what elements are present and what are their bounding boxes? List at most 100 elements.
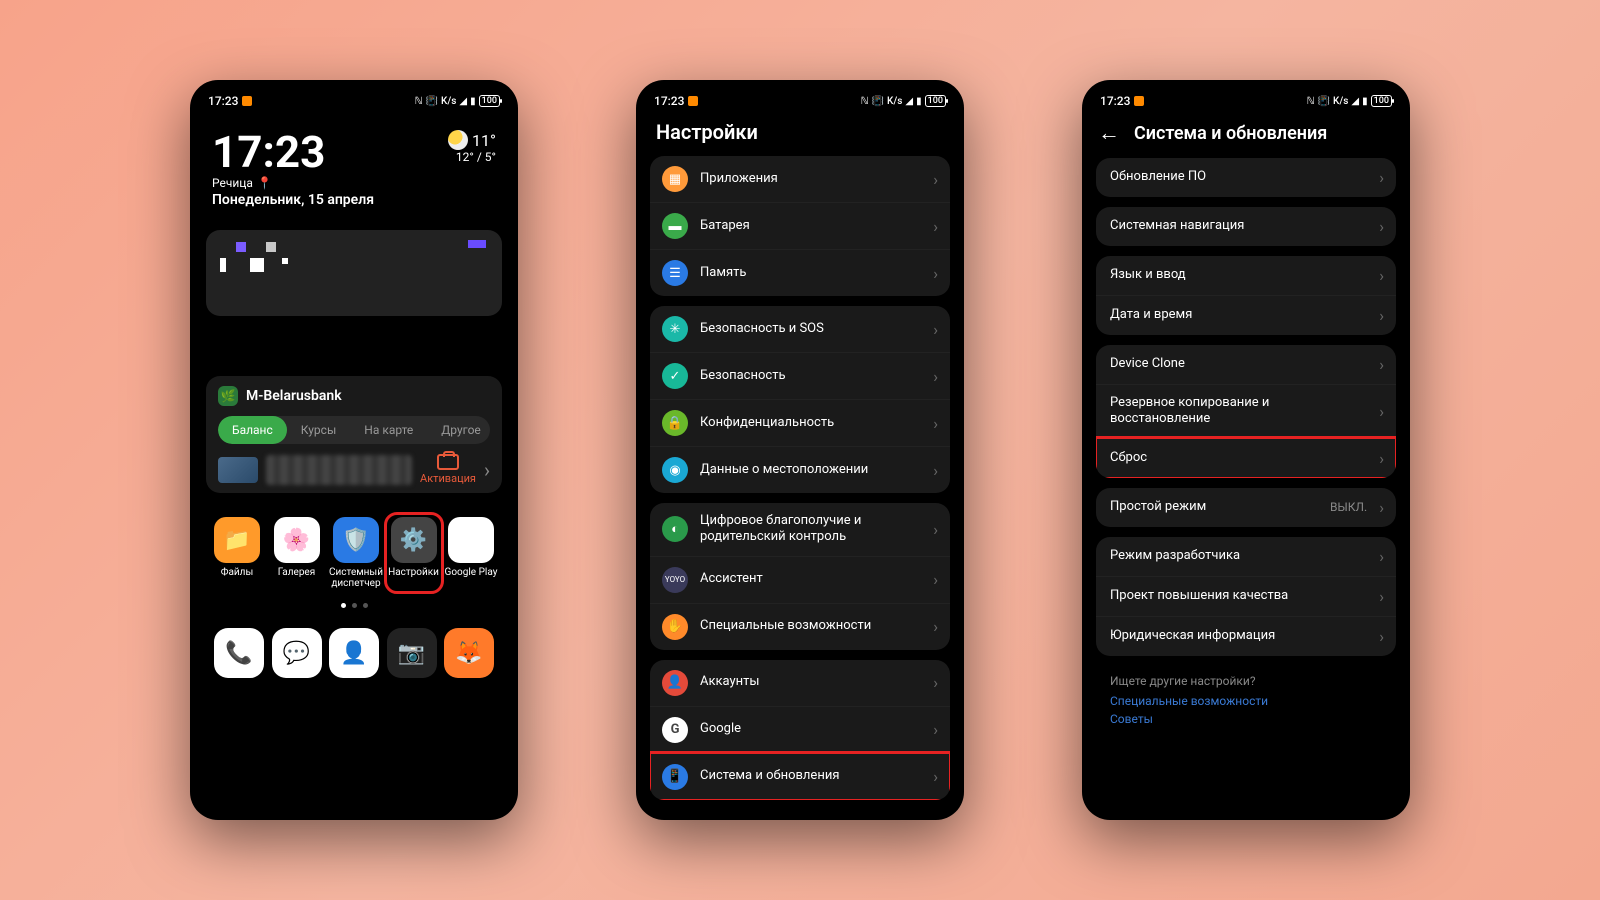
vibrate-icon: 📳	[872, 96, 884, 107]
bank-tab-map[interactable]: На карте	[350, 416, 427, 444]
row-simple-mode[interactable]: Простой режимВЫКЛ.›	[1096, 488, 1396, 527]
battery-icon: 100	[1371, 95, 1392, 107]
dock-contacts[interactable]: 👤	[329, 628, 379, 678]
status-bar: 17:23 ℕ📳K/s◢▮100	[1090, 92, 1402, 114]
data-rate: K/s	[1333, 96, 1348, 107]
app-files[interactable]: 📁Файлы	[210, 517, 264, 589]
weather-widget[interactable]: 11° 12° / 5°	[448, 130, 496, 208]
bank-blurred-balance	[266, 455, 412, 485]
status-bar: 17:23 ℕ📳K/s◢▮100	[644, 92, 956, 114]
wellbeing-icon: ◐	[662, 516, 688, 542]
row-reset[interactable]: Сброс›	[1096, 438, 1396, 478]
settings-row-battery[interactable]: ▬Батарея›	[650, 202, 950, 249]
status-time: 17:23	[208, 94, 238, 108]
settings-row-storage[interactable]: ☰Память›	[650, 249, 950, 296]
page-indicator	[206, 603, 502, 608]
battery-icon: 100	[479, 95, 500, 107]
row-language-input[interactable]: Язык и ввод›	[1096, 256, 1396, 295]
chevron-right-icon[interactable]: ›	[484, 458, 490, 482]
bank-widget[interactable]: 🌿M-Belarusbank Баланс Курсы На карте Дру…	[206, 376, 502, 493]
apps-grid-icon: ▦	[662, 166, 688, 192]
settings-row-google[interactable]: GGoogle›	[650, 706, 950, 753]
settings-row-assistant[interactable]: YOYOАссистент›	[650, 556, 950, 603]
hand-icon: ✋	[662, 614, 688, 640]
wifi-icon: ◢	[905, 96, 913, 107]
phone-update-icon: 📱	[662, 764, 688, 790]
row-legal-info[interactable]: Юридическая информация›	[1096, 616, 1396, 656]
chevron-right-icon: ›	[1379, 587, 1384, 606]
chevron-right-icon: ›	[1379, 498, 1384, 517]
chevron-right-icon: ›	[933, 264, 938, 283]
status-bar: 17:23 ℕ 📳 K/s ◢ ▮ 100	[198, 92, 510, 114]
footer-link-tips[interactable]: Советы	[1110, 712, 1382, 726]
vibrate-icon: 📳	[1318, 96, 1330, 107]
settings-row-location[interactable]: ◉Данные о местоположении›	[650, 446, 950, 493]
chevron-right-icon: ›	[1379, 627, 1384, 646]
row-date-time[interactable]: Дата и время›	[1096, 295, 1396, 335]
settings-row-privacy[interactable]: 🔒Конфиденциальность›	[650, 399, 950, 446]
footer-link-accessibility[interactable]: Специальные возможности	[1110, 694, 1382, 708]
chevron-right-icon: ›	[933, 461, 938, 480]
row-device-clone[interactable]: Device Clone›	[1096, 345, 1396, 384]
chevron-right-icon: ›	[1379, 355, 1384, 374]
dock: 📞 💬 👤 📷 🦊	[206, 628, 502, 678]
nfc-icon: ℕ	[861, 96, 869, 107]
chevron-right-icon: ›	[1379, 266, 1384, 285]
clock-widget-time[interactable]: 17:23	[212, 130, 374, 174]
music-widget[interactable]	[206, 230, 502, 316]
back-arrow-icon[interactable]: ←	[1098, 120, 1120, 146]
settings-row-digital-wellbeing[interactable]: ◐Цифровое благополучие и родительский ко…	[650, 503, 950, 556]
simple-mode-value: ВЫКЛ.	[1330, 500, 1367, 514]
status-time: 17:23	[1100, 94, 1130, 108]
signal-icon: ▮	[1362, 96, 1368, 107]
settings-row-security-sos[interactable]: ✳Безопасность и SOS›	[650, 306, 950, 352]
dock-camera[interactable]: 📷	[387, 628, 437, 678]
dock-firefox[interactable]: 🦊	[444, 628, 494, 678]
chevron-right-icon: ›	[933, 520, 938, 539]
bank-tab-rates[interactable]: Курсы	[287, 416, 351, 444]
row-system-navigation[interactable]: Системная навигация›	[1096, 207, 1396, 246]
weather-range: 12° / 5°	[448, 150, 496, 164]
bank-card-thumbnail	[218, 457, 258, 483]
chevron-right-icon: ›	[933, 617, 938, 636]
wifi-icon: ◢	[459, 96, 467, 107]
chevron-right-icon: ›	[1379, 449, 1384, 468]
settings-row-apps[interactable]: ▦Приложения›	[650, 156, 950, 202]
battery-icon: ▬	[662, 213, 688, 239]
settings-row-security[interactable]: ✓Безопасность›	[650, 352, 950, 399]
settings-row-system-updates[interactable]: 📱Система и обновления›	[650, 753, 950, 800]
chevron-right-icon: ›	[933, 217, 938, 236]
settings-row-accessibility[interactable]: ✋Специальные возможности›	[650, 603, 950, 650]
chevron-right-icon: ›	[933, 673, 938, 692]
clock-widget-date: Понедельник, 15 апреля	[212, 192, 374, 208]
bank-tab-other[interactable]: Другое	[427, 416, 490, 444]
app-gallery[interactable]: 🌸Галерея	[270, 517, 324, 589]
row-backup-restore[interactable]: Резервное копирование и восстановление›	[1096, 384, 1396, 438]
settings-row-accounts[interactable]: 👤Аккаунты›	[650, 660, 950, 706]
chevron-right-icon: ›	[933, 570, 938, 589]
battery-icon: 100	[925, 95, 946, 107]
app-settings[interactable]: ⚙️Настройки	[387, 515, 441, 591]
phone-settings: 17:23 ℕ📳K/s◢▮100 Настройки ▦Приложения› …	[636, 80, 964, 820]
app-google-play[interactable]: ▶Google Play	[444, 517, 498, 589]
dock-phone[interactable]: 📞	[214, 628, 264, 678]
bank-tabs: Баланс Курсы На карте Другое	[218, 416, 490, 444]
chevron-right-icon: ›	[933, 414, 938, 433]
vibrate-icon: 📳	[426, 96, 438, 107]
bank-activation-button[interactable]: Активация	[420, 454, 476, 485]
sos-icon: ✳	[662, 316, 688, 342]
bank-tab-balance[interactable]: Баланс	[218, 416, 287, 444]
person-icon: 👤	[662, 670, 688, 696]
lock-icon: 🔒	[662, 410, 688, 436]
chevron-right-icon: ›	[1379, 547, 1384, 566]
recording-indicator-icon	[688, 96, 698, 106]
app-system-manager[interactable]: 🛡️Системный диспетчер	[329, 517, 383, 589]
settings-row-about-phone[interactable]: ⓘО телефоне›	[650, 810, 950, 811]
row-developer-mode[interactable]: Режим разработчика›	[1096, 537, 1396, 576]
row-quality-project[interactable]: Проект повышения качества›	[1096, 576, 1396, 616]
chevron-right-icon: ›	[1379, 402, 1384, 421]
chevron-right-icon: ›	[933, 170, 938, 189]
row-software-update[interactable]: Обновление ПО›	[1096, 158, 1396, 197]
dock-messages[interactable]: 💬	[272, 628, 322, 678]
chevron-right-icon: ›	[933, 320, 938, 339]
